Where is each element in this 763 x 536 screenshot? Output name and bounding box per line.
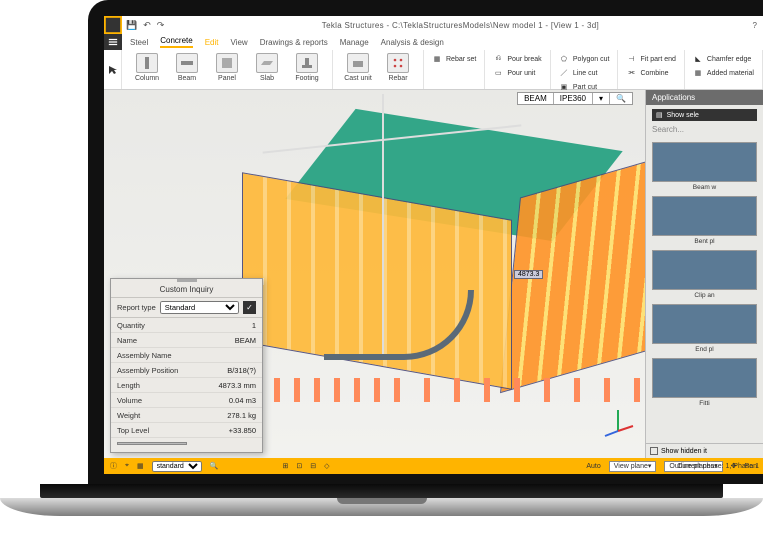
inquiry-row: Length4873.3 mm [111,378,262,393]
current-phase-label[interactable]: Current phase: 1, Phase 1 [677,463,759,470]
ribbon-group-parts: Column Beam Panel Slab Footing [122,50,333,89]
redo-icon[interactable]: ↷ [157,20,165,31]
inquiry-row: Top Level+33.850 [111,423,262,438]
title-bar: 💾 ↶ ↷ Tekla Structures - C:\TeklaStructu… [104,16,763,34]
report-type-select[interactable]: Standard [160,301,239,314]
applications-panel: Applications ▤ Show sele Search... Beam … [645,90,763,458]
list-icon: ▤ [656,111,663,119]
dropdown-icon[interactable]: ▾ [593,93,610,104]
inquiry-row: Assembly Name [111,348,262,363]
dimension-tag: 4873.3 [514,270,543,279]
fit-part-end-button[interactable]: ⊣Fit part end [626,54,675,64]
search-profile-icon[interactable]: 🔍 [610,93,632,104]
report-type-row: Report type Standard ✓ [111,298,262,318]
column-button[interactable]: Column [130,53,164,82]
footing-button[interactable]: Footing [290,53,324,82]
ribbon-group-fit: ⊣Fit part end ⫘Combine [618,50,684,89]
polygon-cut-button[interactable]: ⬠Polygon cut [559,54,610,64]
component-thumb[interactable]: Beam w [652,142,757,182]
status-zoom-icon[interactable]: 🔍 [210,462,219,470]
snap-toggle-icon[interactable]: ⊟ [310,462,316,470]
profile-type[interactable]: BEAM [518,93,554,104]
line-cut-button[interactable]: ／Line cut [559,68,610,78]
chamfer-edge-button[interactable]: ◣Chamfer edge [693,54,754,64]
applications-title: Applications [646,90,763,105]
component-thumb[interactable]: Fitti [652,358,757,398]
view-settings-select[interactable]: standard [152,461,202,472]
quick-access: 💾 ↶ ↷ [122,20,168,31]
show-hidden-toggle[interactable]: Show hidden it [646,443,763,458]
report-enabled-checkbox[interactable]: ✓ [243,301,256,314]
auto-label: Auto [586,463,600,470]
window-title: Tekla Structures - C:\TeklaStructuresMod… [168,21,752,30]
laptop-frame: 💾 ↶ ↷ Tekla Structures - C:\TeklaStructu… [0,0,763,536]
menu-tabs: Steel Concrete Edit View Drawings & repo… [104,34,763,50]
snap-toggle-icon[interactable]: ⊡ [296,462,302,470]
side-toggle-icon[interactable] [104,34,122,50]
undo-icon[interactable]: ↶ [143,20,151,31]
save-icon[interactable]: 💾 [126,20,137,31]
app-window: 💾 ↶ ↷ Tekla Structures - C:\TeklaStructu… [104,16,763,474]
inquiry-row: Volume0.04 m3 [111,393,262,408]
inquiry-row: Weight278.1 kg [111,408,262,423]
foundation-piles [254,362,654,402]
workspace: 4873.3 K I G E C A 3a 4a 5a 6a BEAM IPE3… [104,90,763,458]
panel-button[interactable]: Panel [210,53,244,82]
rebar-button[interactable]: Rebar [381,53,415,82]
beam-button[interactable]: Beam [170,53,204,82]
slab-button[interactable]: Slab [250,53,284,82]
tab-edit[interactable]: Edit [205,38,219,47]
help-icon[interactable]: ? [753,21,763,30]
view-plane-select[interactable]: View plane ▾ [609,461,657,472]
pour-unit-button[interactable]: ▭Pour unit [493,68,541,78]
added-material-button[interactable]: ▦Added material [693,68,754,78]
inquiry-row: NameBEAM [111,333,262,348]
custom-inquiry-panel[interactable]: Custom Inquiry Report type Standard ✓ Qu… [110,278,263,453]
checkbox-icon[interactable] [650,447,658,455]
tab-concrete[interactable]: Concrete [160,36,192,48]
tab-manage[interactable]: Manage [340,38,369,47]
inquiry-row: Quantity1 [111,318,262,333]
cast-unit-button[interactable]: Cast unit [341,53,375,82]
ribbon-group-cut: ⬠Polygon cut ／Line cut ▣Part cut [551,50,619,89]
ribbon-group-chamfer: ◣Chamfer edge ▦Added material [685,50,763,89]
transparency-slider[interactable] [111,438,262,452]
tab-steel[interactable]: Steel [130,38,148,47]
rebar-set-button[interactable]: ▦Rebar set [432,54,476,64]
component-thumb[interactable]: End pl [652,304,757,344]
combine-button[interactable]: ⫘Combine [626,68,675,78]
snap-toggle-icon[interactable]: ⊞ [282,462,288,470]
inquiry-title: Custom Inquiry [111,282,262,298]
profile-selector[interactable]: BEAM IPE360 ▾ 🔍 [517,92,633,105]
ribbon: Column Beam Panel Slab Footing Cast unit… [104,50,763,90]
component-search[interactable]: Search... [652,125,757,134]
status-bar: ⓘ ⌖ ▦ standard 🔍 ⊞ ⊡ ⊟ ◇ Auto View plane… [104,458,763,474]
tab-view[interactable]: View [231,38,248,47]
laptop-base [0,484,763,536]
status-info-icon[interactable]: ⓘ [110,461,117,471]
profile-size[interactable]: IPE360 [554,93,593,104]
component-list: Beam w Bent pl Clip an End pl Fitti [646,138,763,402]
tab-drawings[interactable]: Drawings & reports [260,38,328,47]
report-type-label: Report type [117,303,156,312]
axis-gizmo[interactable] [601,404,635,438]
ribbon-group-rebar-set: ▦Rebar set [424,50,485,89]
component-thumb[interactable]: Bent pl [652,196,757,236]
ribbon-group-cast: Cast unit Rebar [333,50,424,89]
ribbon-group-pour: ⎌Pour break ▭Pour unit [485,50,550,89]
pour-break-button[interactable]: ⎌Pour break [493,54,541,64]
component-thumb[interactable]: Clip an [652,250,757,290]
selection-arrow-icon[interactable] [104,50,122,89]
status-coord-icon[interactable]: ⌖ [125,462,129,470]
show-selection-button[interactable]: ▤ Show sele [652,109,757,121]
tab-analysis[interactable]: Analysis & design [381,38,444,47]
inquiry-row: Assembly PositionB/318(?) [111,363,262,378]
snap-toggle-icon[interactable]: ◇ [324,462,329,470]
app-icon[interactable] [104,16,122,34]
status-grid-icon[interactable]: ▦ [137,462,144,470]
